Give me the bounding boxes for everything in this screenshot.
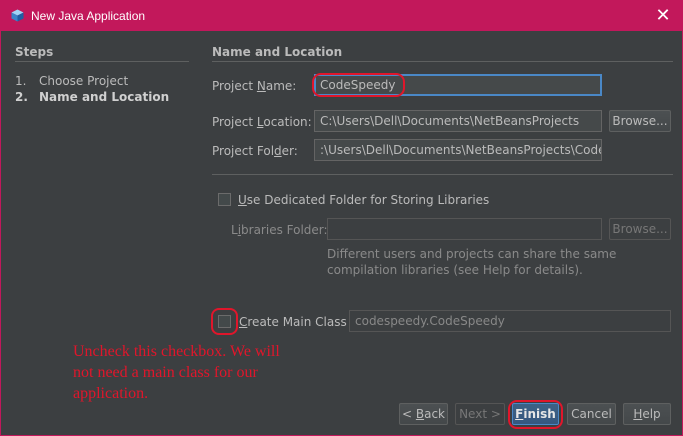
title-bar[interactable]: New Java Application ✕ (1, 1, 682, 31)
project-location-label: Project Location: (212, 115, 312, 129)
project-location-input[interactable]: C:\Users\Dell\Documents\NetBeansProjects (314, 110, 602, 132)
annotation-highlight-finish (508, 400, 563, 429)
annotation-text: Uncheck this checkbox. We will not need … (73, 343, 280, 402)
java-cube-icon (11, 9, 24, 22)
step-number: 2. (15, 90, 28, 104)
steps-heading: Steps (15, 45, 54, 59)
form-divider (212, 174, 673, 175)
browse-location-button[interactable]: Browse... (609, 110, 671, 132)
section-heading: Name and Location (212, 45, 343, 59)
project-folder-label: Project Folder: (212, 144, 298, 158)
dialog-window: New Java Application ✕ Steps 1. Choose Pr… (0, 0, 683, 436)
libraries-hint-text: Different users and projects can share t… (327, 247, 617, 277)
main-class-input[interactable]: codespeedy.CodeSpeedy (349, 310, 671, 332)
close-icon[interactable]: ✕ (652, 5, 674, 27)
dedicated-folder-label[interactable]: Use Dedicated Folder for Storing Librari… (238, 193, 489, 207)
project-folder-field[interactable]: :\Users\Dell\Documents\NetBeansProjects\… (314, 139, 602, 161)
create-main-class-label[interactable]: Create Main Class (239, 315, 347, 329)
step-choose-project: 1. Choose Project (15, 74, 128, 88)
steps-divider (15, 61, 189, 62)
dedicated-folder-checkbox[interactable] (218, 193, 231, 206)
window-title: New Java Application (31, 9, 146, 23)
libraries-folder-label: Libraries Folder: (231, 223, 328, 237)
help-button[interactable]: Help (623, 403, 671, 425)
step-label: Choose Project (39, 74, 129, 88)
section-divider (212, 61, 673, 62)
project-name-label: Project Name: (212, 79, 297, 93)
annotation-highlight-checkbox (211, 308, 238, 335)
browse-libraries-button[interactable]: Browse... (609, 218, 671, 240)
cancel-button[interactable]: Cancel (567, 403, 616, 425)
step-label: Name and Location (39, 90, 170, 104)
back-button[interactable]: < Back (399, 403, 448, 425)
annotation-highlight-project-name (312, 73, 405, 97)
next-button[interactable]: Next > (455, 403, 505, 425)
step-number: 1. (15, 74, 27, 88)
step-name-location: 2. Name and Location (15, 90, 169, 104)
libraries-folder-input[interactable] (327, 218, 602, 240)
